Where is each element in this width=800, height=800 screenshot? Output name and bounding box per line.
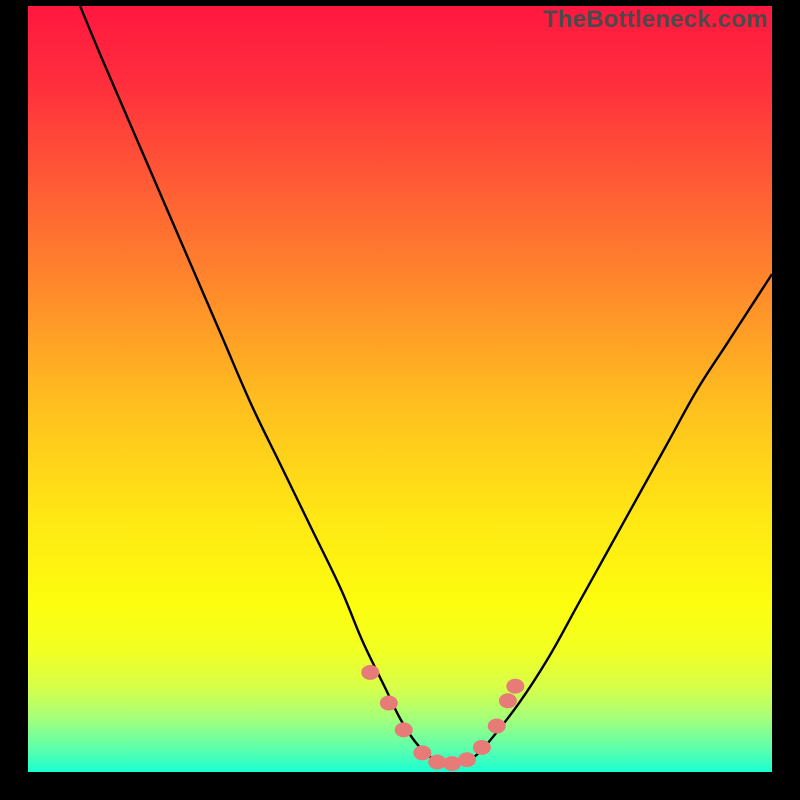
highlight-dot [506, 679, 524, 694]
highlight-dot [488, 719, 506, 734]
highlight-dot [458, 752, 476, 767]
bottleneck-curve [28, 6, 772, 772]
highlight-dot [361, 665, 379, 680]
highlight-dot [380, 696, 398, 711]
highlight-dot [413, 745, 431, 760]
highlight-dot [395, 722, 413, 737]
watermark-text: TheBottleneck.com [543, 6, 768, 34]
highlight-dot [473, 740, 491, 755]
curve-line [80, 6, 772, 765]
highlight-dot [499, 693, 517, 708]
chart-frame: TheBottleneck.com [0, 0, 800, 800]
plot-area [28, 6, 772, 772]
